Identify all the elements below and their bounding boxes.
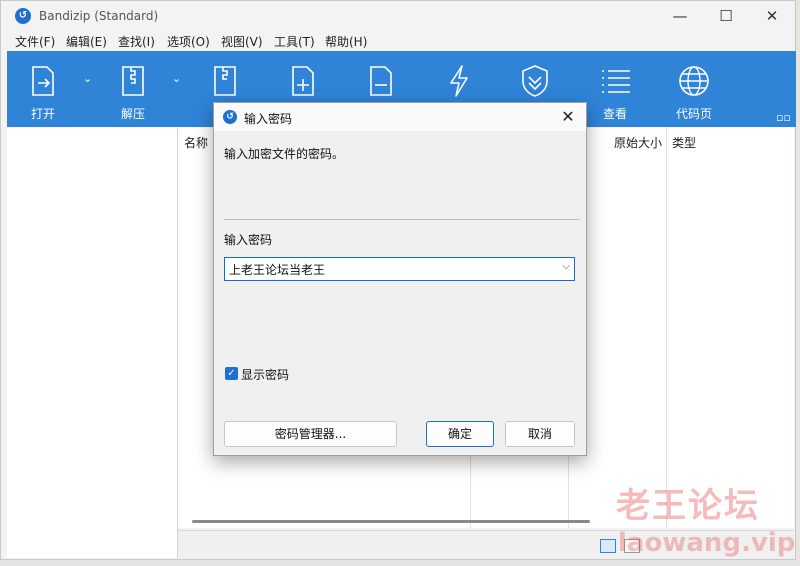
list-view-icon [602,70,630,93]
view-label: 查看 [602,107,627,121]
extract-dropdown-chevron-icon[interactable]: ⌄ [172,72,181,85]
open-button[interactable]: 打开 [21,51,65,127]
extract-button[interactable]: 解压 [111,51,155,127]
divider [224,219,580,220]
add-file-icon [292,66,314,96]
window-title: Bandizip (Standard) [39,9,159,23]
menu-help[interactable]: 帮助(H) [325,33,367,50]
menu-tools[interactable]: 工具(T) [274,33,315,50]
menu-options[interactable]: 选项(O) [167,33,210,50]
background-desktop-edge [0,560,800,566]
show-password-checkbox[interactable]: ✓ [225,367,238,380]
close-button[interactable]: ✕ [749,1,795,31]
menu-view[interactable]: 视图(V) [221,33,263,50]
bandizip-logo-icon: ↺ [223,110,237,124]
codepage-label: 代码页 [675,107,712,121]
dialog-title-bar: ↺ 输入密码 ✕ [214,103,586,131]
password-combobox[interactable]: 上老王论坛当老王 ⌵ [224,257,575,281]
lightning-icon [450,65,468,97]
column-header-original-size[interactable]: 原始大小 [614,134,662,151]
dialog-close-button[interactable]: ✕ [556,105,580,129]
password-manager-button[interactable]: 密码管理器... [224,421,397,447]
menu-edit[interactable]: 编辑(E) [66,33,107,50]
maximize-button[interactable]: ☐ [703,1,749,31]
chevron-down-icon[interactable]: ⌵ [562,261,570,272]
globe-icon [679,66,709,96]
open-icon [32,66,54,96]
horizontal-scrollbar[interactable] [192,520,590,523]
password-dialog: ↺ 输入密码 ✕ 输入加密文件的密码。 输入密码 上老王论坛当老王 ⌵ ✓ 显示… [213,102,587,456]
column-divider [666,128,667,528]
remove-file-icon [370,66,392,96]
background-window-edge [796,0,800,566]
codepage-button[interactable]: 代码页 [667,51,721,127]
watermark-text: 老王论坛 [616,486,760,526]
menu-find[interactable]: 查找(I) [118,33,155,50]
column-header-type[interactable]: 类型 [672,134,696,151]
menu-file[interactable]: 文件(F) [15,33,55,50]
cancel-button[interactable]: 取消 [505,421,575,447]
minimize-button[interactable]: — [657,1,703,31]
extract-label: 解压 [120,107,145,121]
extract-zip-icon [122,66,144,96]
title-bar: ↺ Bandizip (Standard) — ☐ ✕ [1,1,795,31]
dialog-message: 输入加密文件的密码。 [224,147,345,161]
view-button[interactable]: 查看 [593,51,637,127]
archive-icon [214,66,236,96]
watermark-url: laowang.vip [618,528,796,558]
open-dropdown-chevron-icon[interactable]: ⌄ [83,72,92,85]
column-header-name[interactable]: 名称 [184,134,208,151]
menu-bar: 文件(F) 编辑(E) 查找(I) 选项(O) 视图(V) 工具(T) 帮助(H… [1,31,795,51]
ok-button[interactable]: 确定 [426,421,494,447]
open-label: 打开 [30,107,55,121]
password-field-label: 输入密码 [224,233,273,247]
folder-tree-pane[interactable] [7,128,178,558]
dialog-title: 输入密码 [244,112,293,126]
password-value: 上老王论坛当老王 [229,263,326,277]
shield-icon [522,65,548,97]
show-password-label[interactable]: 显示密码 [241,366,289,383]
details-view-icon[interactable] [600,539,616,553]
bandizip-logo-icon: ↺ [15,8,31,24]
